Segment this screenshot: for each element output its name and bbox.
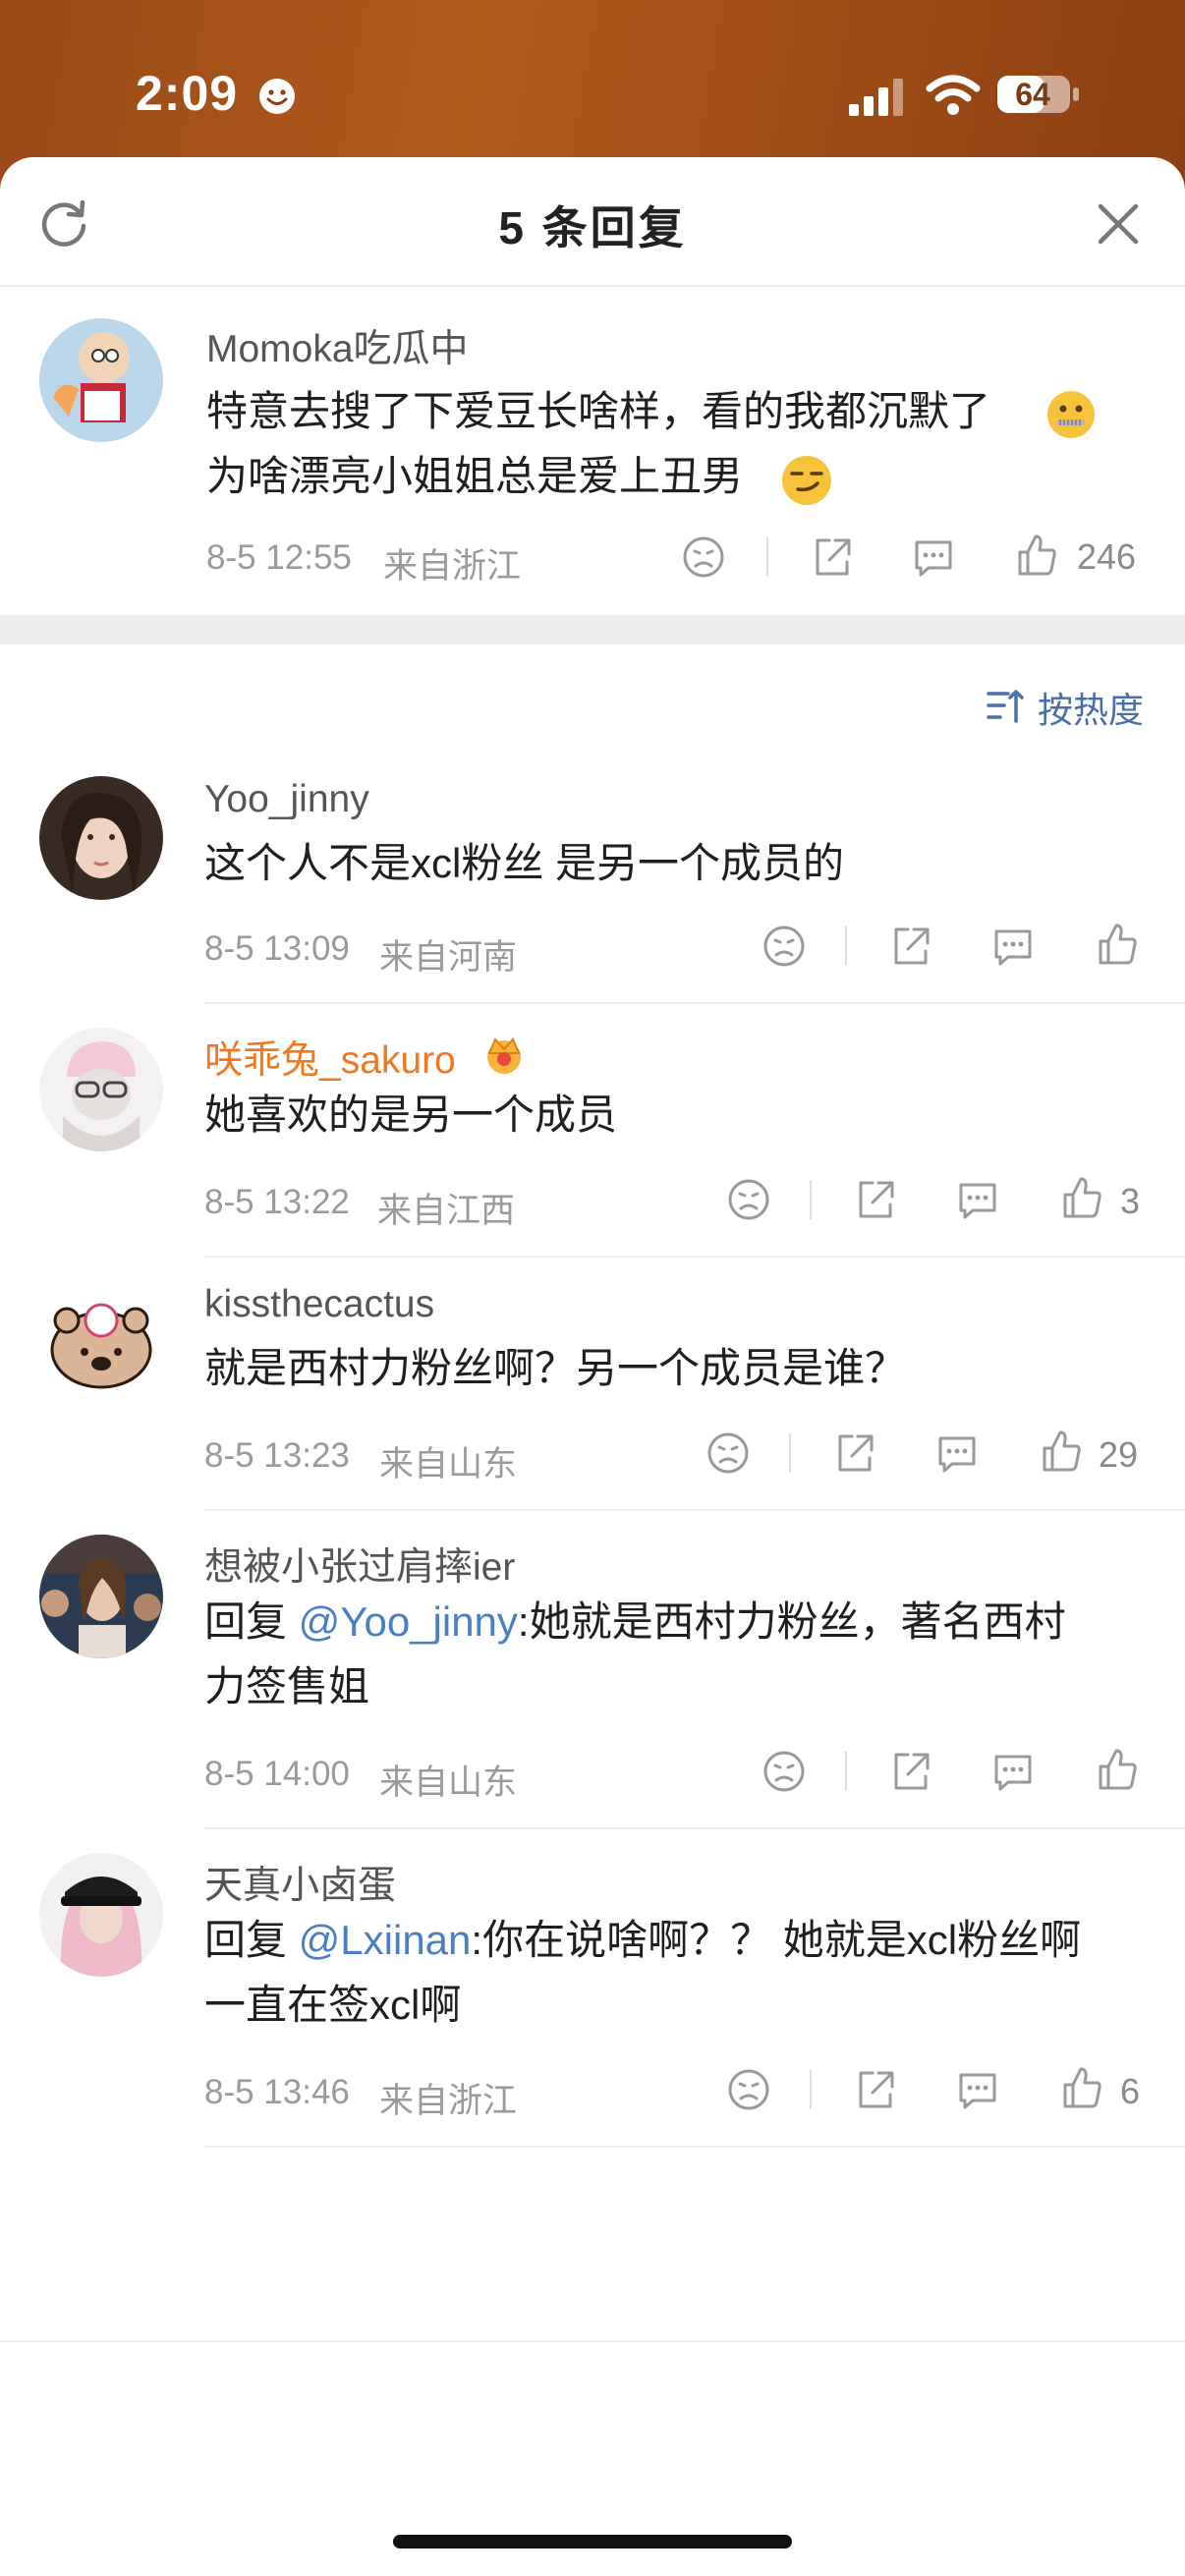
home-indicator[interactable] — [393, 2535, 792, 2548]
like-count: 246 — [1077, 536, 1137, 577]
comment-text-line2: 力签售姐 — [204, 1663, 370, 1709]
zipper-mouth-emoji — [1047, 391, 1095, 438]
comment-text: 回复 @Yoo_jinny:她就是西村力粉丝，著名西村 — [204, 1590, 1066, 1654]
row-divider — [204, 2146, 1185, 2148]
action-separator — [845, 926, 847, 966]
reply-prefix: 回复 — [204, 1598, 299, 1645]
like-icon[interactable] — [1059, 2065, 1104, 2110]
row-divider — [204, 1002, 1185, 1004]
username[interactable]: 天真小卤蛋 — [204, 1855, 396, 1910]
username[interactable]: 咲乖兔_sakuro — [204, 1030, 456, 1085]
cellular-signal-icon — [849, 79, 903, 116]
dislike-face-icon[interactable] — [726, 2067, 771, 2112]
row-divider — [204, 1256, 1185, 1258]
comment-text: 回复 @Lxiinan:你在说啥啊？？ 她就是xcl粉丝啊 — [204, 1908, 1081, 1973]
comment-date: 8-5 13:23 — [204, 1436, 350, 1475]
battery-level: 64 — [1015, 77, 1050, 112]
comment-text-line2: 为啥漂亮小姐姐总是爱上丑男 — [206, 453, 744, 499]
comment-text: 她喜欢的是另一个成员 — [204, 1092, 618, 1138]
dislike-face-icon[interactable] — [762, 924, 807, 969]
comment-text-line2-wrap: 为啥漂亮小姐姐总是爱上丑男 — [206, 444, 743, 509]
comment-icon[interactable] — [911, 534, 956, 580]
smirk-emoji — [782, 456, 831, 505]
dislike-face-icon[interactable] — [726, 1177, 771, 1222]
dislike-face-icon[interactable] — [762, 1749, 807, 1794]
sort-icon[interactable] — [985, 686, 1026, 727]
share-icon[interactable] — [810, 534, 855, 580]
comment-location: 来自浙江 — [383, 547, 522, 586]
comment-text-line2: 一直在签xcl啊 — [204, 1982, 462, 2028]
comment-text: 这个人不是xcl粉丝 是另一个成员的 — [204, 840, 845, 886]
comment-date: 8-5 13:09 — [204, 929, 350, 968]
status-time: 2:09 — [136, 66, 239, 121]
share-icon[interactable] — [853, 1177, 898, 1222]
like-icon[interactable] — [1095, 922, 1140, 967]
row-divider — [204, 1827, 1185, 1829]
comment-text-rest: :她就是西村力粉丝，著名西村 — [517, 1598, 1066, 1645]
section-divider — [0, 615, 1185, 644]
action-separator — [845, 1752, 847, 1791]
mention-link[interactable]: @Lxiinan — [299, 1917, 472, 1963]
avatar[interactable] — [39, 318, 163, 442]
share-icon[interactable] — [832, 1430, 877, 1476]
username[interactable]: 想被小张过肩摔ier — [204, 1537, 515, 1592]
comment-location: 来自江西 — [377, 1192, 516, 1230]
comment-text-line1: 特意去搜了下爱豆长啥样，看的我都沉默了 — [206, 388, 991, 434]
like-icon[interactable] — [1095, 1747, 1140, 1792]
comment-icon[interactable] — [990, 1749, 1036, 1794]
sort-by-hot[interactable]: 按热度 — [1038, 682, 1144, 733]
comment-icon[interactable] — [934, 1430, 980, 1476]
username[interactable]: Yoo_jinny — [204, 778, 369, 821]
avatar[interactable] — [39, 776, 163, 900]
action-separator — [810, 1180, 812, 1219]
crown-badge-icon — [487, 1037, 521, 1074]
avatar[interactable] — [39, 1535, 163, 1658]
comment-icon[interactable] — [955, 1177, 1000, 1222]
action-separator — [789, 1433, 791, 1473]
comment-location: 来自山东 — [379, 1764, 518, 1802]
comment-icon[interactable] — [990, 924, 1036, 969]
avatar[interactable] — [39, 1028, 163, 1151]
share-icon[interactable] — [888, 1749, 933, 1794]
like-icon[interactable] — [1059, 1175, 1104, 1220]
like-count: 3 — [1120, 1181, 1141, 1221]
dislike-face-icon[interactable] — [681, 534, 726, 580]
comment-text-rest: :你在说啥啊？？ 她就是xcl粉丝啊 — [471, 1917, 1082, 1963]
username[interactable]: Momoka吃瓜中 — [206, 318, 469, 373]
reply-prefix: 回复 — [204, 1917, 299, 1963]
share-icon[interactable] — [888, 924, 933, 969]
comment-date: 8-5 13:46 — [204, 2073, 350, 2111]
mention-link[interactable]: @Yoo_jinny — [299, 1598, 518, 1645]
comment-date: 8-5 14:00 — [204, 1755, 350, 1793]
smiley-face-icon — [259, 79, 295, 114]
dislike-face-icon[interactable] — [705, 1430, 751, 1476]
like-icon[interactable] — [1014, 532, 1059, 578]
like-count: 29 — [1099, 1434, 1139, 1475]
action-separator — [766, 537, 768, 577]
close-icon[interactable] — [1095, 200, 1142, 248]
status-bar: 2:09 64 — [0, 0, 1185, 157]
action-separator — [810, 2070, 812, 2109]
comment-date: 8-5 13:22 — [204, 1183, 350, 1221]
comment-location: 来自浙江 — [379, 2082, 518, 2120]
comment-text: 就是西村力粉丝啊？另一个成员是谁？ — [204, 1345, 907, 1391]
wifi-icon — [926, 75, 981, 115]
comment-text: 特意去搜了下爱豆长啥样，看的我都沉默了 — [206, 379, 990, 444]
like-icon[interactable] — [1039, 1428, 1084, 1474]
root-comment: Momoka吃瓜中 特意去搜了下爱豆长啥样，看的我都沉默了 为啥漂亮小姐姐总是爱… — [0, 287, 1185, 615]
row-divider — [204, 1509, 1185, 1511]
comment-location: 来自河南 — [379, 938, 518, 977]
like-count: 6 — [1120, 2071, 1141, 2111]
sheet-header: 5 条回复 — [0, 157, 1185, 287]
comment-icon[interactable] — [955, 2067, 1000, 2112]
share-icon[interactable] — [853, 2067, 898, 2112]
avatar[interactable] — [39, 1281, 163, 1405]
avatar[interactable] — [39, 1853, 163, 1977]
username[interactable]: kissthecactus — [204, 1283, 434, 1326]
page-title: 5 条回复 — [498, 202, 687, 253]
replies-sheet: 5 条回复 Momoka吃瓜中 特意去搜了下爱豆长啥样，看的我都沉默了 为啥漂亮… — [0, 157, 1185, 2576]
comment-location: 来自山东 — [379, 1445, 518, 1484]
comment-date: 8-5 12:55 — [206, 538, 352, 577]
